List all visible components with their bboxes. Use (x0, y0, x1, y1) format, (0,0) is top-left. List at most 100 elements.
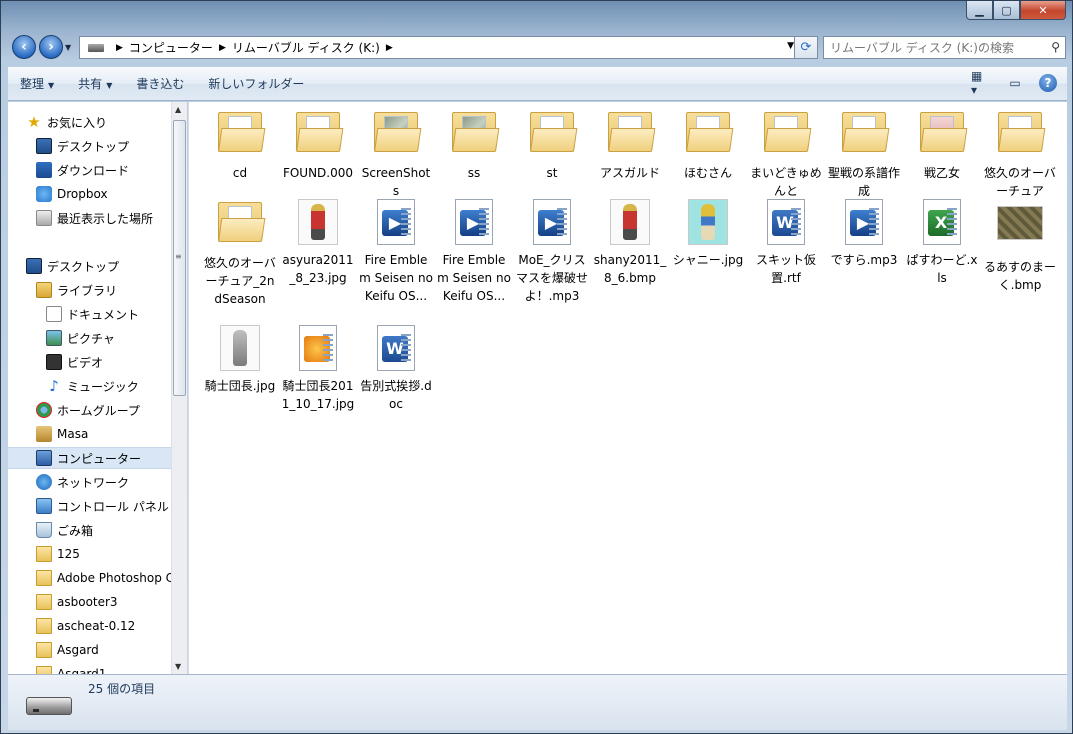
nav-item[interactable]: コンピューター (8, 447, 171, 469)
folder-icon (374, 112, 422, 152)
nav-item[interactable]: ごみ箱 (8, 519, 171, 541)
folder-item[interactable]: st (515, 108, 589, 182)
file-item[interactable]: W 告別式挨拶.doc (359, 324, 433, 413)
navigation-pane-scrollbar[interactable]: ▲ ≡ ▼ (171, 102, 187, 674)
folder-icon (764, 112, 812, 152)
scroll-up-icon[interactable]: ▲ (175, 105, 181, 114)
file-item[interactable]: W スキット仮置.rtf (749, 198, 823, 287)
file-item[interactable]: X ぱすわーど.xls (905, 198, 979, 287)
file-item[interactable]: 騎士団長2011_10_17.jpg (281, 324, 355, 413)
file-name-label: 聖戦の系譜作成 (827, 166, 900, 198)
scroll-down-icon[interactable]: ▼ (175, 662, 181, 671)
preview-pane-icon[interactable]: ▭ (1005, 73, 1025, 93)
nav-item[interactable]: デスクトップ (8, 135, 171, 157)
new-folder-button[interactable]: 新しいフォルダー (196, 75, 316, 92)
nav-item[interactable]: Adobe Photoshop C (8, 567, 171, 589)
folder-item[interactable]: 戦乙女 (905, 108, 979, 182)
folder-item[interactable]: ss (437, 108, 511, 182)
nav-item[interactable]: ascheat-0.12 (8, 615, 171, 637)
command-bar: 整理 ▼ 共有 ▼ 書き込む 新しいフォルダー ▦ ▾ ▭ ? (8, 67, 1067, 101)
nav-item[interactable]: デスクトップ (8, 255, 171, 277)
nav-item[interactable]: ★ お気に入り (8, 111, 171, 133)
file-item[interactable]: るあすのまーく.bmp (983, 198, 1057, 294)
nav-item[interactable]: ダウンロード (8, 159, 171, 181)
close-button[interactable]: ✕ (1020, 1, 1066, 20)
explorer-window: ▁ ▢ ✕ ‹ › ▼ ▶ コンピューター ▶ リムーバブル ディスク (K:)… (0, 0, 1073, 734)
folder-item[interactable]: FOUND.000 (281, 108, 355, 182)
folder-item[interactable]: 悠久のオーバーチュア (983, 108, 1057, 200)
file-name-label: 騎士団長.jpg (204, 379, 276, 393)
file-item[interactable]: ▶ MoE_クリスマスを爆破せよ！.mp3 (515, 198, 589, 305)
nav-item[interactable]: ホームグループ (8, 399, 171, 421)
documents-icon (46, 306, 62, 322)
folder-item[interactable]: ほむさん (671, 108, 745, 182)
nav-item[interactable]: Asgard (8, 639, 171, 661)
search-icon[interactable]: ⚲ (1051, 40, 1060, 54)
nav-item[interactable]: asbooter3 (8, 591, 171, 613)
file-item[interactable]: ▶ Fire Emblem Seisen no Keifu OS... (437, 198, 511, 305)
address-bar[interactable]: ▶ コンピューター ▶ リムーバブル ディスク (K:) ▶ ▼ (79, 36, 801, 59)
chevron-right-icon[interactable]: ▶ (116, 43, 123, 53)
folder-item[interactable]: まいどきゅめんと (749, 108, 823, 200)
folder-item[interactable]: cd (203, 108, 277, 182)
folder-item[interactable]: アスガルド (593, 108, 667, 182)
nav-item[interactable]: コントロール パネル (8, 495, 171, 517)
homegroup-icon (36, 402, 52, 418)
nav-item[interactable]: 125 (8, 543, 171, 565)
recent-pages-dropdown[interactable]: ▼ (65, 43, 71, 52)
nav-item[interactable]: Dropbox (8, 183, 171, 205)
nav-item-label: コンピューター (57, 451, 142, 466)
media-file-icon: ▶ (845, 199, 883, 245)
file-item[interactable]: シャニー.jpg (671, 198, 745, 269)
address-history-dropdown[interactable]: ▼ (787, 41, 794, 51)
nav-item[interactable]: ライブラリ (8, 279, 171, 301)
breadcrumb-computer[interactable]: コンピューター (129, 39, 213, 56)
help-icon[interactable]: ? (1039, 74, 1057, 92)
maximize-button[interactable]: ▢ (993, 1, 1020, 20)
search-input[interactable]: リムーバブル ディスク (K:)の検索 ⚲ (823, 36, 1066, 59)
file-name-label: 悠久のオーバーチュア (984, 166, 1056, 198)
breadcrumb-removable-disk[interactable]: リムーバブル ディスク (K:) (232, 39, 380, 56)
share-button[interactable]: 共有 ▼ (66, 75, 124, 92)
back-button[interactable]: ‹ (12, 35, 36, 59)
nav-item-label: Masa (57, 427, 89, 441)
nav-item[interactable]: ビデオ (8, 351, 171, 373)
file-name-label: 戦乙女 (923, 166, 960, 180)
file-item[interactable]: shany2011_8_6.bmp (593, 198, 667, 287)
folder-icon (36, 666, 52, 674)
nav-item[interactable]: Masa (8, 423, 171, 445)
nav-item[interactable]: ♪ ミュージック (8, 375, 171, 397)
refresh-button[interactable]: ⟳ (794, 36, 818, 59)
chevron-right-icon[interactable]: ▶ (219, 43, 226, 53)
burn-button[interactable]: 書き込む (124, 75, 196, 92)
folder-icon (296, 112, 344, 152)
excel-document-icon: X (923, 199, 961, 245)
folder-item[interactable]: 悠久のオーバーチュア_2ndSeason (203, 198, 277, 308)
file-name-label: スキット仮置.rtf (755, 253, 816, 285)
nav-item[interactable]: Asgard1 (8, 663, 171, 674)
nav-item[interactable]: ネットワーク (8, 471, 171, 493)
file-item[interactable]: asyura2011_8_23.jpg (281, 198, 355, 287)
nav-item[interactable]: 最近表示した場所 (8, 207, 171, 229)
file-item[interactable]: ▶ Fire Emblem Seisen no Keifu OS... (359, 198, 433, 305)
folder-icon (218, 202, 266, 242)
forward-button[interactable]: › (39, 35, 63, 59)
nav-item[interactable]: ドキュメント (8, 303, 171, 325)
file-item[interactable]: ▶ ですら.mp3 (827, 198, 901, 269)
search-placeholder: リムーバブル ディスク (K:)の検索 (830, 41, 1014, 55)
user-folder-icon (36, 426, 52, 442)
folder-item[interactable]: 聖戦の系譜作成 (827, 108, 901, 200)
change-view-icon[interactable]: ▦ ▾ (971, 69, 991, 97)
nav-item-label: ビデオ (67, 355, 104, 370)
nav-item[interactable]: ピクチャ (8, 327, 171, 349)
file-name-label: ですら.mp3 (830, 253, 898, 267)
image-thumbnail-icon (220, 325, 260, 371)
file-name-label: asyura2011_8_23.jpg (282, 253, 354, 285)
media-file-icon: ▶ (455, 199, 493, 245)
file-item[interactable]: 騎士団長.jpg (203, 324, 277, 395)
image-thumbnail-icon (688, 199, 728, 245)
organize-button[interactable]: 整理 ▼ (8, 75, 66, 92)
minimize-button[interactable]: ▁ (966, 1, 993, 20)
chevron-right-icon[interactable]: ▶ (386, 43, 393, 53)
folder-item[interactable]: ScreenShots (359, 108, 433, 200)
